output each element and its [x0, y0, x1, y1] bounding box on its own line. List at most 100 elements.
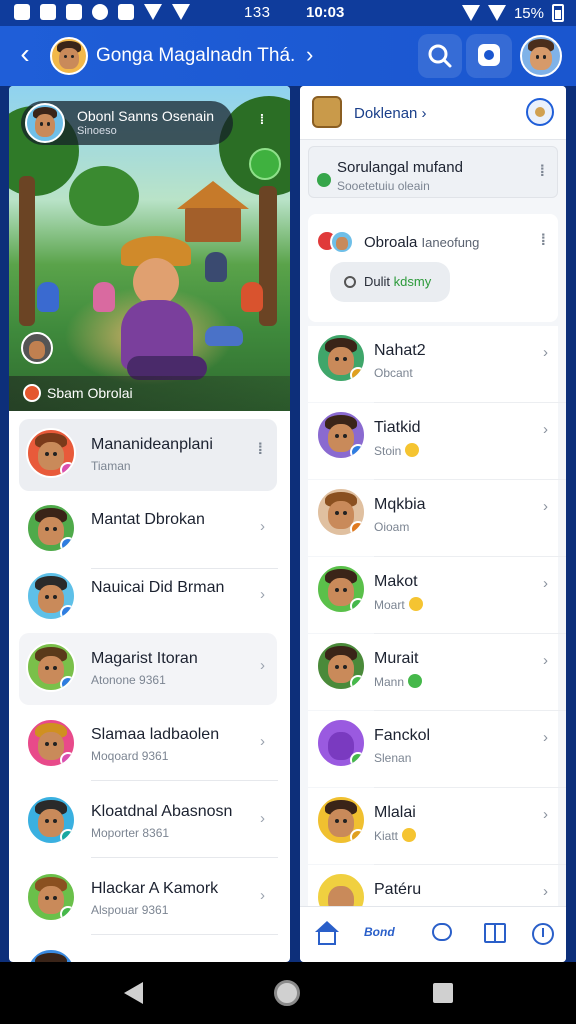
list-item[interactable]: Fanckol Slenan › — [308, 711, 558, 787]
contact-name: Kloatdnal Abasnosn — [91, 803, 233, 820]
nav-label[interactable]: Bond — [364, 925, 395, 939]
contact-name: Slamaa ladbaolen — [91, 726, 220, 743]
contact-name: Mqkbia — [374, 496, 426, 513]
mail-icon — [14, 4, 30, 20]
contact-subtitle: Moqoard 9361 — [91, 749, 169, 763]
battery-icon — [552, 4, 564, 22]
group-avatar — [330, 230, 354, 254]
chevron-right-icon: › — [543, 806, 548, 823]
contact-avatar — [316, 872, 366, 906]
contact-avatar — [316, 564, 366, 614]
chevron-right-icon: › — [260, 586, 265, 603]
wifi-icon — [144, 4, 162, 20]
contact-subtitle: Alspouar 9361 — [91, 903, 169, 917]
list-item[interactable]: Magarist Itoran Atonone 9361 › — [19, 633, 277, 705]
heart-emoji-icon — [408, 674, 423, 688]
right-panel-header: Doklenan › — [300, 86, 566, 140]
system-back-icon[interactable] — [124, 982, 143, 1004]
system-home-icon[interactable] — [274, 980, 300, 1006]
more-icon[interactable]: ⁞ — [258, 441, 263, 459]
chat-title[interactable]: Gonga Magalnadn Thá. — [96, 45, 295, 67]
more-icon[interactable]: ⁞ — [540, 163, 545, 181]
contact-subtitle: Moart — [374, 597, 423, 612]
contact-avatar — [26, 503, 76, 553]
chevron-right-icon: › — [543, 883, 548, 900]
contact-avatar — [26, 428, 76, 478]
chevron-right-icon: › — [260, 657, 265, 674]
header-label[interactable]: Doklenan › — [354, 105, 427, 122]
list-item[interactable]: Nahat2 Obcant › — [308, 326, 558, 402]
chevron-right-icon: › — [543, 652, 548, 669]
search-button[interactable] — [418, 34, 462, 78]
contact-subtitle: Stoin — [374, 443, 420, 458]
list-item[interactable]: Kloatdnal Abasnosn Moporter 8361 › — [19, 786, 277, 858]
list-item[interactable]: Nauicai Did Brman › — [19, 562, 277, 634]
scene-banner[interactable]: Sbam Obrolai — [9, 376, 290, 411]
list-item[interactable] — [19, 939, 277, 962]
chevron-right-icon: › — [543, 575, 548, 592]
card-title: Sorulangal mufand — [337, 159, 463, 176]
clock-icon[interactable] — [530, 921, 556, 947]
list-item[interactable]: Patéru › — [308, 865, 558, 906]
game-chat-chip[interactable]: Obonl Sanns Osenain Sinoeso — [21, 101, 233, 145]
scene-avatar[interactable] — [21, 332, 53, 364]
book-icon[interactable] — [482, 921, 508, 947]
contact-name: Makot — [374, 573, 418, 590]
profile-avatar[interactable] — [520, 35, 562, 77]
message-bubble[interactable]: Dulit kdsmy — [330, 262, 450, 302]
contact-name: Murait — [374, 650, 419, 667]
message-icon — [344, 276, 356, 288]
contact-avatar — [316, 487, 366, 537]
chevron-right-icon: › — [260, 518, 265, 535]
app-logo-icon[interactable] — [312, 96, 342, 128]
list-item[interactable]: Hlackar A Kamork Alspouar 9361 › — [19, 863, 277, 935]
list-item[interactable]: Mqkbia Oioam › — [308, 480, 558, 556]
contact-name: Tiatkid — [374, 419, 421, 436]
green-badge-icon[interactable] — [249, 148, 281, 180]
list-item[interactable]: Mananideanplani Tiaman ⁞ — [19, 419, 277, 491]
right-panel: Doklenan › Sorulangal mufand Sooetetuiu … — [300, 86, 566, 962]
more-icon[interactable]: ⁞ — [541, 232, 546, 250]
status-right: 15% — [461, 4, 564, 22]
chat-icon[interactable] — [430, 921, 456, 947]
pinned-card[interactable]: Sorulangal mufand Sooetetuiu oleain ⁞ — [308, 146, 558, 198]
back-button[interactable]: ‹ — [10, 40, 40, 70]
list-item[interactable]: Makot Moart › — [308, 557, 558, 633]
contact-subtitle: Obcant — [374, 366, 413, 380]
app-bar: ‹ Gonga Magalnadn Thá. › — [0, 26, 576, 86]
heart-icon — [92, 4, 108, 20]
system-recents-icon[interactable] — [433, 983, 453, 1003]
smile-emoji-icon — [402, 828, 417, 842]
chevron-right-icon: › — [260, 733, 265, 750]
banner-text: Sbam Obrolai — [47, 385, 133, 401]
contact-avatar — [26, 795, 76, 845]
list-item[interactable]: Murait Mann › — [308, 634, 558, 710]
smile-emoji-icon — [405, 443, 420, 457]
chat-avatar[interactable] — [50, 37, 88, 75]
contact-name: Mananideanplani — [91, 436, 213, 453]
system-nav-bar — [0, 962, 576, 1024]
chevron-right-icon: › — [260, 810, 265, 827]
status-time: 10:03 — [306, 4, 345, 21]
list-item[interactable]: Slamaa ladbaolen Moqoard 9361 › — [19, 709, 277, 781]
chat-bubble-icon — [478, 44, 500, 66]
contact-subtitle: Slenan — [374, 751, 412, 765]
search-icon — [428, 44, 452, 68]
more-icon[interactable]: ⁞ — [255, 112, 269, 126]
profile-icon[interactable] — [526, 98, 554, 126]
home-icon[interactable] — [314, 921, 340, 947]
signal-icon — [487, 5, 506, 21]
chat-button[interactable] — [466, 34, 512, 78]
group-title: Obroala Ianeofung — [364, 234, 480, 251]
game-icon — [23, 384, 41, 402]
list-item[interactable]: Mlalai Kiatt › — [308, 788, 558, 864]
image-icon — [66, 4, 82, 20]
list-item[interactable]: Mantat Dbrokan › — [19, 494, 277, 566]
chevron-right-icon: › — [543, 498, 548, 515]
list-item[interactable]: Tiatkid Stoin › — [308, 403, 558, 479]
contact-name: Magarist Itoran — [91, 650, 198, 667]
chevron-right-icon[interactable]: › — [306, 42, 313, 68]
status-time-left: 133 — [244, 4, 271, 21]
contact-subtitle: Atonone 9361 — [91, 673, 166, 687]
group-chat-card[interactable]: Obroala Ianeofung ⁞ Dulit kdsmy — [308, 214, 558, 322]
